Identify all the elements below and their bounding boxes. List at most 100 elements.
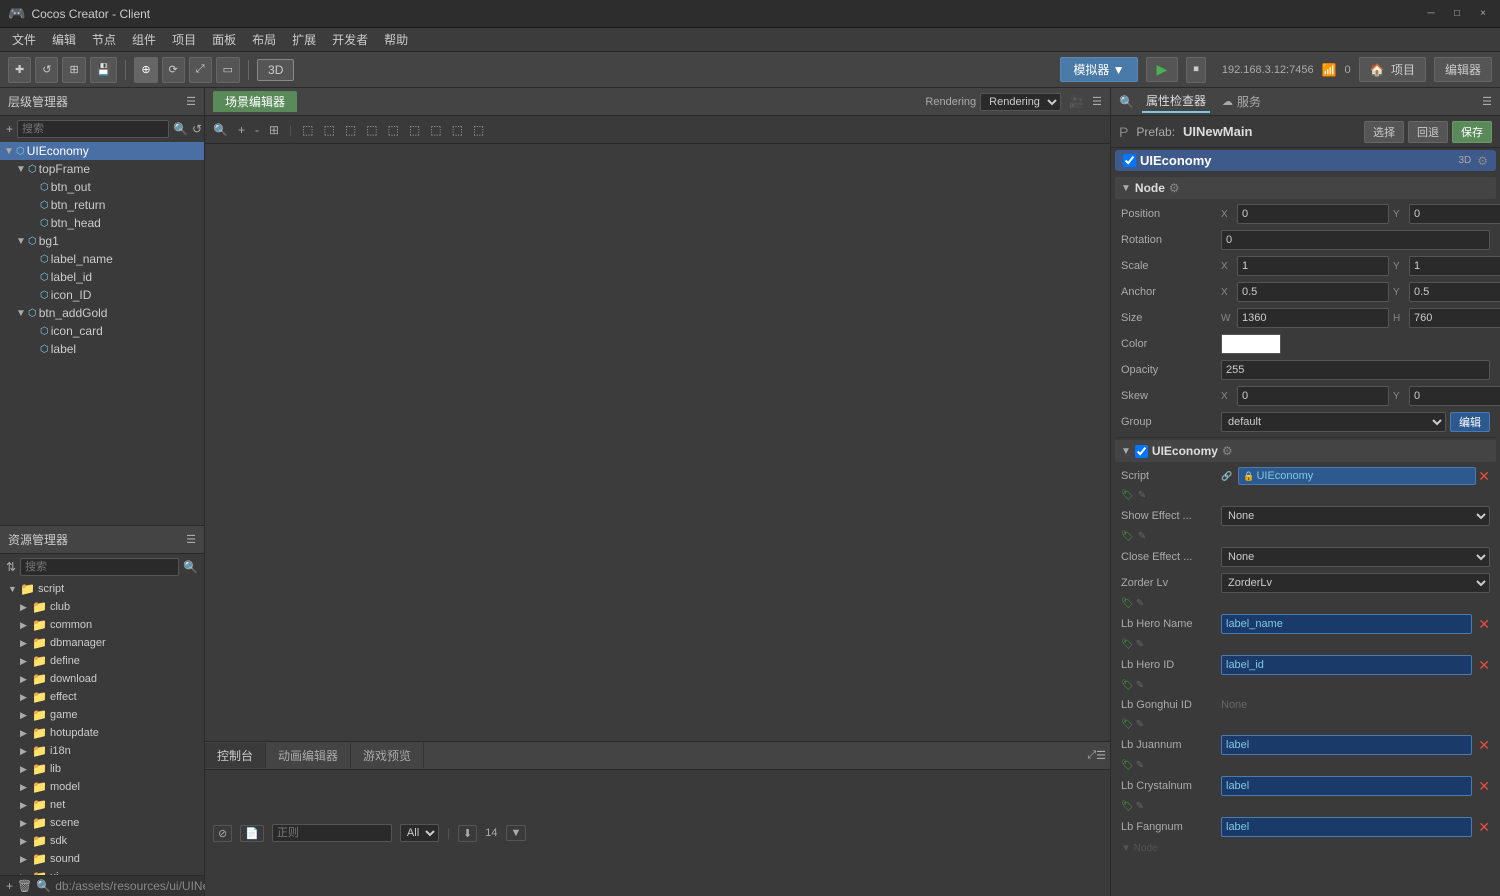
menu-panel[interactable]: 面板 <box>204 29 244 50</box>
maximize-button[interactable]: □ <box>1448 5 1466 23</box>
asset-item-game[interactable]: ▶ 📁 game <box>0 706 204 724</box>
lb-hero-id-delete-icon[interactable]: ✕ <box>1478 657 1490 674</box>
menu-developer[interactable]: 开发者 <box>324 29 376 50</box>
console-filter-select[interactable]: All <box>400 824 439 842</box>
tree-item-icon_ID[interactable]: ⬡ icon_ID <box>0 286 204 304</box>
asset-item-script[interactable]: ▼ 📁 script <box>0 580 204 598</box>
menu-edit[interactable]: 编辑 <box>44 29 84 50</box>
close-button[interactable]: × <box>1474 5 1492 23</box>
prefab-select-btn[interactable]: 选择 <box>1364 121 1404 143</box>
scene-tool2[interactable]: ⬚ <box>320 121 339 139</box>
asset-item-model[interactable]: ▶ 📁 model <box>0 778 204 796</box>
zorder-select[interactable]: ZorderLv <box>1221 573 1490 593</box>
uieconomy-enable-checkbox[interactable] <box>1135 445 1148 458</box>
scene-menu-icon[interactable]: ☰ <box>1092 95 1102 108</box>
toolbar-rect-button[interactable]: ▭ <box>216 57 240 83</box>
editor-button[interactable]: 编辑器 <box>1434 57 1492 82</box>
toolbar-refresh-button[interactable]: ↺ <box>35 57 58 83</box>
rendering-select[interactable]: Rendering <box>980 93 1061 111</box>
asset-search-btn[interactable]: 🔍 <box>183 560 198 574</box>
tab-preview[interactable]: 游戏预览 <box>351 743 424 768</box>
console-drop-btn[interactable]: ▼ <box>506 825 527 841</box>
tree-item-bg1[interactable]: ▼ ⬡ bg1 <box>0 232 204 250</box>
tab-inspector[interactable]: 属性检查器 <box>1142 90 1210 113</box>
scene-zoom-in2-btn[interactable]: + <box>234 121 249 139</box>
component-enable-checkbox[interactable] <box>1123 154 1136 167</box>
toolbar-3d-button[interactable]: 3D <box>257 59 294 81</box>
lb-crystalnum-delete-icon[interactable]: ✕ <box>1478 778 1490 795</box>
lb-juannum-delete-icon[interactable]: ✕ <box>1478 737 1490 754</box>
lb-fangnum-input[interactable] <box>1221 817 1472 837</box>
skew-y-input[interactable] <box>1409 386 1500 406</box>
project-button[interactable]: 🏠 项目 <box>1359 57 1426 82</box>
show-effect-select[interactable]: None <box>1221 506 1490 526</box>
menu-file[interactable]: 文件 <box>4 29 44 50</box>
asset-item-ui[interactable]: ▶ 📁 ui <box>0 868 204 875</box>
toolbar-move-button[interactable]: ⊕ <box>134 57 157 83</box>
script-delete-icon[interactable]: ✕ <box>1478 468 1490 485</box>
toolbar-link-button[interactable]: ⊞ <box>62 57 85 83</box>
menu-node[interactable]: 节点 <box>84 29 124 50</box>
scene-tool9[interactable]: ⬚ <box>469 121 488 139</box>
close-effect-select[interactable]: None <box>1221 547 1490 567</box>
size-h-input[interactable] <box>1409 308 1500 328</box>
hierarchy-refresh-btn[interactable]: ↺ <box>192 122 202 136</box>
tab-console[interactable]: 控制台 <box>205 743 266 768</box>
toolbar-rotate-button[interactable]: ⟳ <box>162 57 185 83</box>
uieconomy-section-header[interactable]: ▼ UIEconomy ⚙ <box>1115 440 1496 462</box>
tree-item-btn_head[interactable]: ⬡ btn_head <box>0 214 204 232</box>
console-down-btn[interactable]: ⬇ <box>458 825 477 842</box>
lb-crystalnum-input[interactable] <box>1221 776 1472 796</box>
opacity-input[interactable] <box>1221 360 1490 380</box>
console-search-input[interactable] <box>272 824 392 842</box>
asset-item-sound[interactable]: ▶ 📁 sound <box>0 850 204 868</box>
asset-item-dbmanager[interactable]: ▶ 📁 dbmanager <box>0 634 204 652</box>
asset-delete-btn[interactable]: 🗑 <box>17 879 32 893</box>
node-gear-icon[interactable]: ⚙ <box>1169 181 1180 195</box>
group-edit-btn[interactable]: 编辑 <box>1450 412 1490 432</box>
scene-tool6[interactable]: ⬚ <box>405 121 424 139</box>
asset-item-net[interactable]: ▶ 📁 net <box>0 796 204 814</box>
tab-service[interactable]: ☁ 服务 <box>1218 91 1265 112</box>
tree-item-btn_addGold[interactable]: ▼ ⬡ btn_addGold <box>0 304 204 322</box>
hierarchy-menu-icon[interactable]: ☰ <box>186 95 196 108</box>
anchor-y-input[interactable] <box>1409 282 1500 302</box>
stop-button[interactable]: ⏹ <box>1186 57 1206 83</box>
asset-item-common[interactable]: ▶ 📁 common <box>0 616 204 634</box>
scene-tool1[interactable]: ⬚ <box>298 121 317 139</box>
asset-item-club[interactable]: ▶ 📁 club <box>0 598 204 616</box>
scene-tool7[interactable]: ⬚ <box>426 121 445 139</box>
menu-extend[interactable]: 扩展 <box>284 29 324 50</box>
scene-editor-tab[interactable]: 场景编辑器 <box>213 91 297 112</box>
simulate-button[interactable]: 模拟器 ▼ <box>1060 57 1137 82</box>
prefab-return-btn[interactable]: 回退 <box>1408 121 1448 143</box>
asset-search-small-btn[interactable]: 🔍 <box>36 879 51 893</box>
lb-hero-name-input[interactable] <box>1221 614 1472 634</box>
node-section-header[interactable]: ▼ Node ⚙ <box>1115 177 1496 199</box>
asset-menu-icon[interactable]: ☰ <box>186 533 196 546</box>
anchor-x-input[interactable] <box>1237 282 1389 302</box>
scene-tool8[interactable]: ⬚ <box>448 121 467 139</box>
scene-fit-btn[interactable]: ⊞ <box>265 121 283 139</box>
asset-item-sdk[interactable]: ▶ 📁 sdk <box>0 832 204 850</box>
position-x-input[interactable] <box>1237 204 1389 224</box>
asset-item-lib[interactable]: ▶ 📁 lib <box>0 760 204 778</box>
scale-y-input[interactable] <box>1409 256 1500 276</box>
lb-hero-name-delete-icon[interactable]: ✕ <box>1478 616 1490 633</box>
hierarchy-zoom-btn[interactable]: 🔍 <box>173 122 188 136</box>
uieconomy-gear-icon[interactable]: ⚙ <box>1222 444 1233 458</box>
camera-btn[interactable]: 🎥 <box>1065 93 1088 111</box>
asset-sort-btn[interactable]: ⇅ <box>6 560 16 574</box>
scene-tool3[interactable]: ⬚ <box>341 121 360 139</box>
console-clear-btn[interactable]: ⊘ <box>213 825 232 842</box>
tree-item-btn_out[interactable]: ⬡ btn_out <box>0 178 204 196</box>
lb-juannum-input[interactable] <box>1221 735 1472 755</box>
toolbar-scale-button[interactable]: ⤢ <box>189 57 212 83</box>
asset-search-input[interactable] <box>20 558 179 576</box>
rotation-input[interactable] <box>1221 230 1490 250</box>
component-gear-icon[interactable]: ⚙ <box>1477 154 1488 168</box>
color-picker[interactable] <box>1221 334 1281 354</box>
lb-hero-id-input[interactable] <box>1221 655 1472 675</box>
tree-item-icon_card[interactable]: ⬡ icon_card <box>0 322 204 340</box>
asset-item-define[interactable]: ▶ 📁 define <box>0 652 204 670</box>
